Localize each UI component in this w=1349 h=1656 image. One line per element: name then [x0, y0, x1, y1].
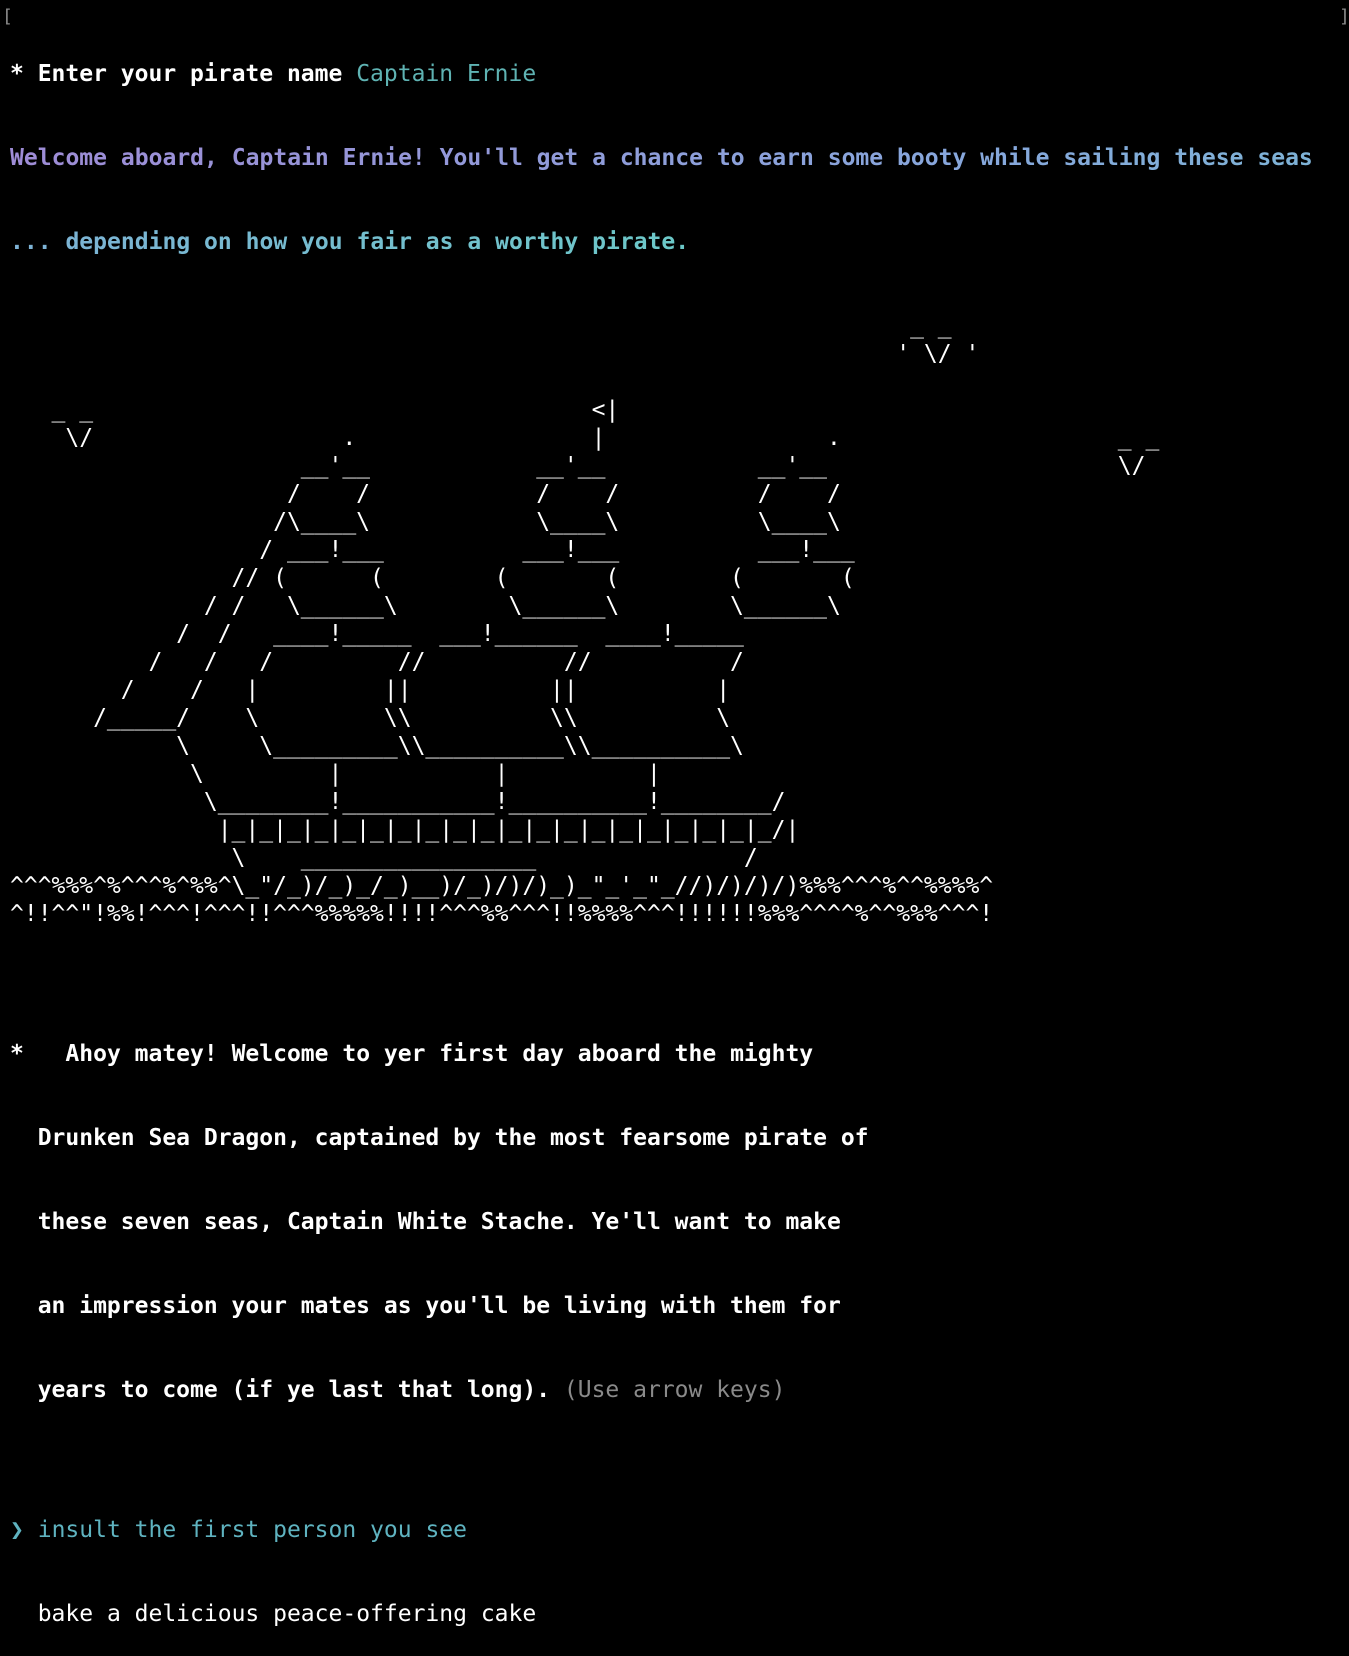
ship-art-line [10, 368, 1313, 396]
ship-art-line: / / / // // / [10, 649, 744, 675]
ship-art-line: _ _ <| [10, 397, 620, 423]
question-text-4: years to come (if ye last that long). [10, 1377, 564, 1403]
ship-art-line: // ( ( ( ( ( ( [10, 565, 855, 591]
ship-art-line: \________!___________!__________!_______… [10, 789, 786, 815]
ship-art-line: /_____/ \ \\ \\ \ [10, 705, 731, 731]
ship-art-line: /\____\ \____\ \____\ [10, 509, 841, 535]
arrow-keys-hint: (Use arrow keys) [563, 1377, 786, 1403]
question-text-1: Drunken Sea Dragon, captained by the mos… [10, 1125, 869, 1151]
selection-pointer-icon: ❯ [10, 1517, 24, 1543]
welcome-text-2: ... depending on how you fair as a worth… [10, 229, 690, 255]
option-insult-label: insult the first person you see [37, 1517, 467, 1543]
welcome-text-1: Welcome aboard, Captain Ernie! You'll ge… [10, 145, 1313, 171]
question-line-3: an impression your mates as you'll be li… [10, 1292, 1313, 1320]
ship-art-line: _ _ [10, 313, 952, 339]
prompt-answer: Captain Ernie [356, 61, 537, 87]
question-text-3: an impression your mates as you'll be li… [10, 1293, 841, 1319]
terminal-right-bracket: ] [1339, 6, 1349, 27]
ship-art-line: / ___!___ ___!___ ___!___ [10, 537, 855, 563]
ship-art-line: ^^^%%%^%^^^%^%%^\_"/_)/_)_/_)__)/_)/)/)_… [10, 873, 994, 899]
ship-art-line: \/ . | . _ _ [10, 425, 1160, 451]
option-insult[interactable]: ❯ insult the first person you see [10, 1516, 1313, 1544]
pirate-name-prompt: * Enter your pirate name Captain Ernie [10, 60, 1313, 88]
ship-art-line: / / | || || | [10, 677, 731, 703]
ship-art-line: ' \/ ' [10, 341, 980, 367]
prompt-marker: * [10, 61, 38, 87]
question-line-0: * Ahoy matey! Welcome to yer first day a… [10, 1040, 1313, 1068]
question-marker: * [10, 1041, 24, 1067]
ship-art-line: __'__ __'__ __'__ \/ [10, 453, 1146, 479]
ship-art-line: / / \______\ \______\ \______\ [10, 593, 841, 619]
ship-art-line: \ _________________ / [10, 845, 758, 871]
welcome-line-2: ... depending on how you fair as a worth… [10, 228, 1313, 256]
terminal-output: * Enter your pirate name Captain Ernie W… [10, 4, 1313, 1656]
ship-art-line: |_|_|_|_|_|_|_|_|_|_|_|_|_|_|_|_|_|_|_|_… [10, 817, 800, 843]
question-text-2: these seven seas, Captain White Stache. … [10, 1209, 841, 1235]
question-text-0: Ahoy matey! Welcome to yer first day abo… [23, 1041, 814, 1067]
question-block: * Ahoy matey! Welcome to yer first day a… [10, 984, 1313, 1460]
ship-art-line: \ \_________\\__________\\__________\ [10, 733, 744, 759]
question-line-1: Drunken Sea Dragon, captained by the mos… [10, 1124, 1313, 1152]
welcome-line-1: Welcome aboard, Captain Ernie! You'll ge… [10, 144, 1313, 172]
prompt-question: Enter your pirate name [37, 61, 343, 87]
question-line-4: years to come (if ye last that long). (U… [10, 1376, 1313, 1404]
ship-art-line: \ | | | [10, 761, 661, 787]
question-line-2: these seven seas, Captain White Stache. … [10, 1208, 1313, 1236]
ship-art-line: / / ____!_____ ___!______ ____!_____ [10, 621, 744, 647]
ship-art-line: / / / / / / [10, 481, 841, 507]
ship-art-line: ^!!^^"!%%!^^^!^^^!!^^^%%%%%!!!!^^^%%^^^!… [10, 901, 994, 927]
option-bake-cake[interactable]: bake a delicious peace-offering cake [10, 1600, 1313, 1628]
option-bake-cake-label: bake a delicious peace-offering cake [37, 1601, 537, 1627]
pirate-ship-ascii-art: _ _ ' \/ ' _ _ <| \/ . | . _ _ __'__ __'… [10, 312, 1313, 928]
